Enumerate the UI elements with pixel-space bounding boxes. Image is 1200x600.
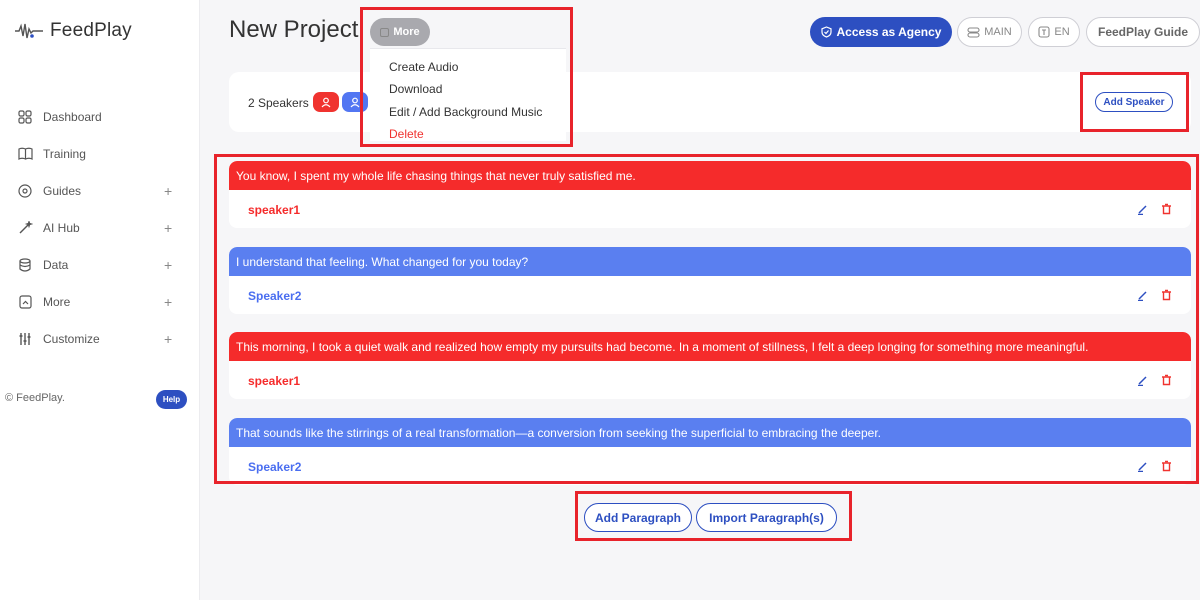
- expand-plus-icon[interactable]: +: [164, 257, 172, 273]
- page-title: New Project: [229, 16, 359, 43]
- trash-icon[interactable]: [1161, 374, 1173, 386]
- add-paragraph-button[interactable]: Add Paragraph: [584, 503, 692, 532]
- expand-plus-icon[interactable]: +: [164, 183, 172, 199]
- speaker1-badge[interactable]: [313, 92, 339, 112]
- sliders-icon: [16, 330, 34, 348]
- sidebar-item-more[interactable]: More +: [0, 283, 200, 320]
- logo-text: FeedPlay: [50, 20, 132, 41]
- sidebar-item-label: Dashboard: [43, 109, 102, 124]
- trash-icon[interactable]: [1161, 289, 1173, 301]
- box-icon: [16, 293, 34, 311]
- menu-item-create-audio[interactable]: Create Audio: [389, 60, 458, 74]
- expand-plus-icon[interactable]: +: [164, 331, 172, 347]
- stack-icon: [967, 26, 980, 38]
- sidebar-item-label: Data: [43, 257, 69, 272]
- trash-icon[interactable]: [1161, 203, 1173, 215]
- expand-plus-icon[interactable]: +: [164, 220, 172, 236]
- sidebar: FeedPlay Dashboard Training Guides + AI …: [0, 0, 200, 600]
- sidebar-item-label: More: [43, 294, 71, 309]
- edit-icon[interactable]: [1137, 374, 1149, 386]
- paragraph-card: That sounds like the stirrings of a real…: [229, 418, 1191, 485]
- speaker2-badge[interactable]: [342, 92, 368, 112]
- edit-icon[interactable]: [1137, 460, 1149, 472]
- paragraph-speaker[interactable]: speaker1: [248, 203, 300, 217]
- sidebar-item-ai-hub[interactable]: AI Hub +: [0, 209, 200, 246]
- logo[interactable]: FeedPlay: [14, 20, 132, 42]
- sidebar-nav: Dashboard Training Guides + AI Hub + Dat…: [0, 98, 200, 357]
- sidebar-item-guides[interactable]: Guides +: [0, 172, 200, 209]
- edit-icon[interactable]: [1137, 203, 1149, 215]
- paragraph-speaker[interactable]: Speaker2: [248, 460, 301, 474]
- import-paragraphs-button[interactable]: Import Paragraph(s): [696, 503, 837, 532]
- sidebar-item-label: AI Hub: [43, 220, 80, 235]
- paragraph-card: You know, I spent my whole life chasing …: [229, 161, 1191, 228]
- sidebar-item-training[interactable]: Training: [0, 135, 200, 172]
- box-icon: [380, 27, 390, 37]
- trash-icon[interactable]: [1161, 460, 1173, 472]
- grid-icon: [16, 108, 34, 126]
- agency-label: Access as Agency: [836, 25, 942, 39]
- user-icon: [321, 97, 331, 107]
- sidebar-item-label: Customize: [43, 331, 100, 346]
- sidebar-item-customize[interactable]: Customize +: [0, 320, 200, 357]
- menu-item-delete[interactable]: Delete: [389, 127, 424, 141]
- database-icon: [16, 256, 34, 274]
- paragraph-card: This morning, I took a quiet walk and re…: [229, 332, 1191, 399]
- access-as-agency-button[interactable]: Access as Agency: [810, 17, 952, 47]
- sidebar-item-data[interactable]: Data +: [0, 246, 200, 283]
- paragraph-text[interactable]: This morning, I took a quiet walk and re…: [229, 332, 1191, 361]
- waveform-logo-icon: [15, 23, 43, 39]
- menu-item-download[interactable]: Download: [389, 82, 442, 96]
- book-icon: [16, 145, 34, 163]
- paragraph-speaker[interactable]: Speaker2: [248, 289, 301, 303]
- sidebar-item-dashboard[interactable]: Dashboard: [0, 98, 200, 135]
- more-button[interactable]: More: [370, 18, 430, 46]
- compass-icon: [16, 182, 34, 200]
- paragraph-text[interactable]: You know, I spent my whole life chasing …: [229, 161, 1191, 190]
- feedplay-guide-button[interactable]: FeedPlay Guide: [1086, 17, 1200, 47]
- magic-wand-icon: [16, 219, 34, 237]
- translate-icon: [1038, 26, 1050, 38]
- speaker-count: 2 Speakers: [248, 96, 309, 110]
- paragraph-text[interactable]: That sounds like the stirrings of a real…: [229, 418, 1191, 447]
- shield-check-icon: [820, 26, 832, 38]
- paragraph-card: I understand that feeling. What changed …: [229, 247, 1191, 314]
- paragraph-text[interactable]: I understand that feeling. What changed …: [229, 247, 1191, 276]
- menu-item-background-music[interactable]: Edit / Add Background Music: [389, 105, 542, 119]
- add-speaker-button[interactable]: Add Speaker: [1095, 92, 1173, 112]
- paragraph-speaker[interactable]: speaker1: [248, 374, 300, 388]
- help-button[interactable]: Help: [156, 390, 187, 409]
- copyright-text: © FeedPlay.: [5, 392, 65, 404]
- expand-plus-icon[interactable]: +: [164, 294, 172, 310]
- language-label: EN: [1054, 26, 1070, 38]
- workspace-main-button[interactable]: MAIN: [957, 17, 1022, 47]
- more-dropdown-menu: Create Audio Download Edit / Add Backgro…: [370, 48, 566, 141]
- sidebar-item-label: Training: [43, 146, 86, 161]
- workspace-label: MAIN: [984, 26, 1012, 38]
- user-icon: [350, 97, 360, 107]
- sidebar-item-label: Guides: [43, 183, 82, 198]
- language-button[interactable]: EN: [1028, 17, 1080, 47]
- more-label: More: [393, 26, 420, 38]
- edit-icon[interactable]: [1137, 289, 1149, 301]
